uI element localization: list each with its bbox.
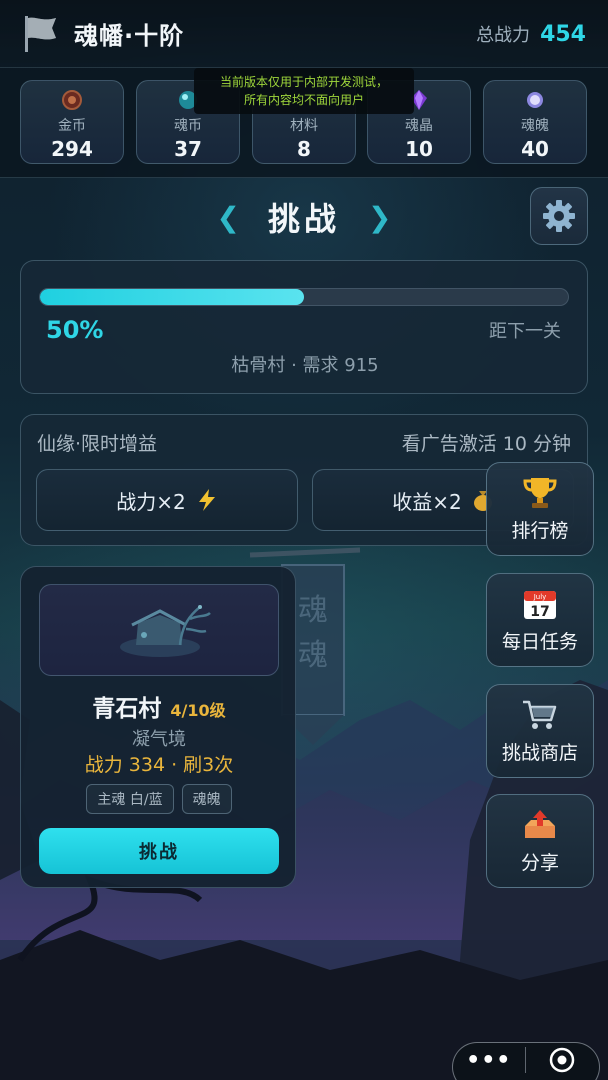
progress-card: 50% 距下一关 枯骨村 · 需求 915 <box>20 260 588 394</box>
calendar-month: July <box>533 593 547 601</box>
share-label: 分享 <box>520 851 559 874</box>
resource-value: 37 <box>174 137 202 161</box>
next-mode-button[interactable]: ❯ <box>368 201 391 234</box>
trophy-icon <box>523 477 557 508</box>
stage-stats: 战力 334 · 刷3次 <box>84 754 234 776</box>
share-tray-icon <box>525 809 555 838</box>
daily-tasks-button[interactable]: July 17 每日任务 <box>486 573 594 667</box>
resource-label: 金币 <box>58 118 86 134</box>
dev-notice-line2: 所有内容均不面向用户 <box>243 93 364 107</box>
more-menu-button[interactable]: ••• <box>453 1048 525 1080</box>
svg-text:魂: 魂 <box>298 638 328 673</box>
stage-name: 青石村 <box>92 696 162 722</box>
resource-value: 40 <box>521 137 549 161</box>
miniprogram-capsule: ••• <box>452 1042 600 1080</box>
challenge-shop-button[interactable]: 挑战商店 <box>486 684 594 778</box>
stage-tag: 主魂 白/蓝 <box>86 784 174 814</box>
stage-realm: 凝气境 <box>132 729 186 750</box>
stage-card: 青石村 4/10级 凝气境 战力 334 · 刷3次 主魂 白/蓝 魂魄 挑战 <box>20 566 296 888</box>
close-miniprogram-button[interactable] <box>526 1046 600 1080</box>
challenge-title: 挑战 <box>267 200 340 238</box>
resource-gold[interactable]: 金币 294 <box>20 80 124 164</box>
buff-hint: 看广告激活 10 分钟 <box>401 433 571 455</box>
resource-value: 8 <box>297 137 311 161</box>
power-x2-button[interactable]: 战力×2 <box>36 469 298 531</box>
resource-label: 魂魄 <box>521 118 549 134</box>
buff-title: 仙缘·限时增益 <box>37 433 158 455</box>
dev-notice-banner: 当前版本仅用于内部开发测试， 所有内容均不面向用户 <box>194 68 414 114</box>
resource-label: 魂币 <box>174 118 202 134</box>
haunted-village-illustration <box>120 605 211 657</box>
resource-soul-spirit[interactable]: 魂魄 40 <box>483 80 587 164</box>
stage-tags: 主魂 白/蓝 魂魄 <box>21 784 297 814</box>
stage-title-row: 青石村 4/10级 <box>21 689 297 723</box>
stage-tag: 魂魄 <box>181 784 232 814</box>
stage-level: 4/10级 <box>170 701 226 720</box>
progress-bar <box>39 288 569 306</box>
challenge-header: ❮ 挑战 ❯ <box>0 192 608 242</box>
resource-label: 材料 <box>290 118 318 134</box>
flag-icon <box>25 15 56 52</box>
next-stage-label: 距下一关 <box>489 321 561 342</box>
progress-fill <box>40 289 304 305</box>
challenge-shop-label: 挑战商店 <box>501 741 578 764</box>
top-bar: 魂幡·十阶 总战力 454 <box>0 0 608 68</box>
gear-icon <box>543 200 575 232</box>
ranking-button[interactable]: 排行榜 <box>486 462 594 556</box>
income-x2-label: 收益×2 <box>392 489 462 514</box>
soul-spirit-icon <box>527 92 543 108</box>
page-title: 魂幡·十阶 <box>74 22 185 50</box>
total-power-label: 总战力 <box>476 24 531 46</box>
calendar-icon: July 17 <box>524 590 556 620</box>
stage-image <box>39 584 279 676</box>
resource-value: 10 <box>405 137 433 161</box>
total-power-value: 454 <box>540 21 586 47</box>
svg-text:魂: 魂 <box>298 593 328 628</box>
calendar-day: 17 <box>530 604 549 620</box>
coin-icon <box>62 90 82 110</box>
share-button[interactable]: 分享 <box>486 794 594 888</box>
next-stage-requirement: 枯骨村 · 需求 915 <box>231 355 379 376</box>
prev-mode-button[interactable]: ❮ <box>217 201 240 234</box>
settings-button[interactable] <box>530 187 588 245</box>
close-circle-icon <box>550 1047 575 1073</box>
start-challenge-button[interactable]: 挑战 <box>39 828 279 874</box>
ranking-label: 排行榜 <box>511 519 569 542</box>
dev-notice-line1: 当前版本仅用于内部开发测试， <box>219 75 388 89</box>
power-x2-label: 战力×2 <box>116 489 186 514</box>
shopping-cart-icon <box>523 700 557 729</box>
lightning-icon <box>198 489 215 511</box>
progress-percent: 50% <box>46 316 104 344</box>
total-power: 总战力 454 <box>476 21 586 47</box>
daily-tasks-label: 每日任务 <box>501 630 578 653</box>
resource-value: 294 <box>51 137 93 161</box>
resource-label: 魂晶 <box>405 118 433 134</box>
